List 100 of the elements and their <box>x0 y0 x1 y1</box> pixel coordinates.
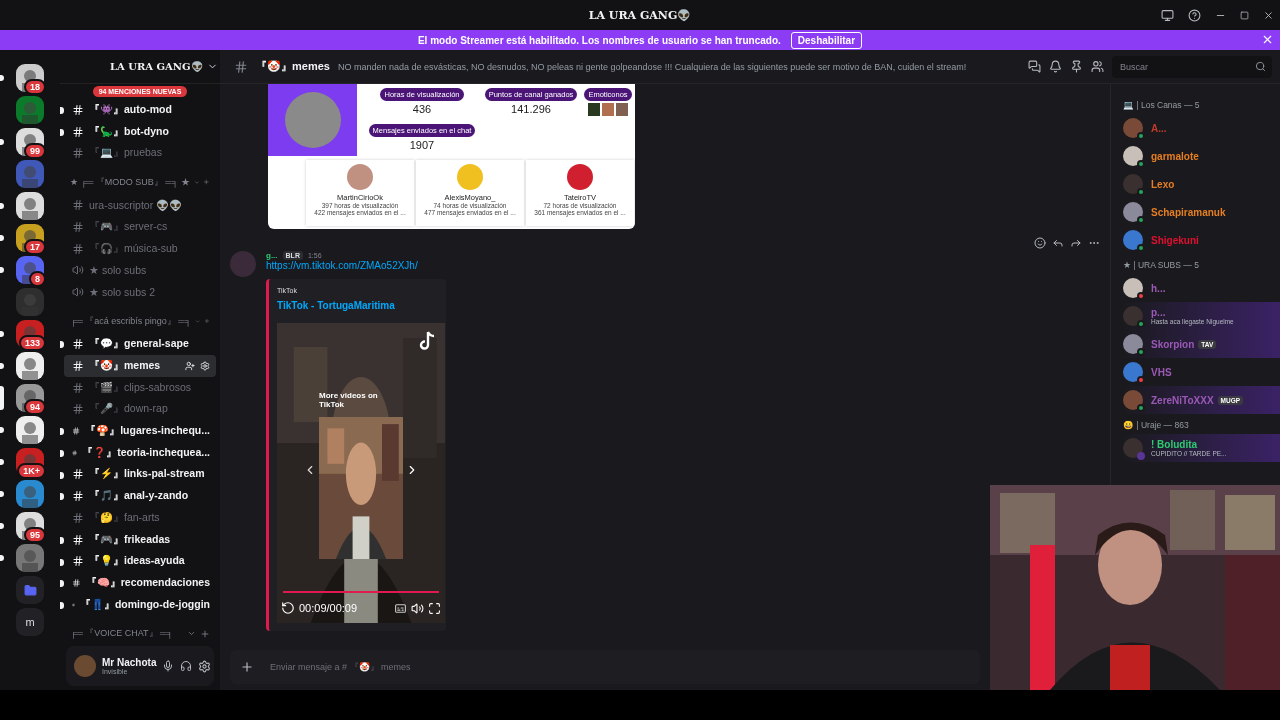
invite-icon[interactable] <box>185 360 195 371</box>
channel-item[interactable]: 『🤔』fan-arts <box>64 507 216 529</box>
channel-item[interactable]: 『🍄』lugares-inchequ... <box>64 420 216 442</box>
member-avatar[interactable] <box>1123 118 1143 138</box>
member-name[interactable]: VHS <box>1151 366 1172 378</box>
image-attachment[interactable] <box>268 84 635 229</box>
channel-item[interactable]: 『🎮』frikeadas <box>64 528 216 551</box>
hash-icon <box>72 511 84 524</box>
stat-value: 436 <box>412 103 432 115</box>
pin-button[interactable] <box>1070 60 1083 73</box>
channel-item[interactable]: 『🎵』anal-y-zando <box>64 485 216 508</box>
folder-icon <box>23 583 37 597</box>
mention-badge: 133 <box>18 335 46 351</box>
channel-item[interactable]: 『🦕』bot-dyno <box>64 120 216 143</box>
member-name[interactable]: ZereNiToXXX <box>1151 394 1214 406</box>
hash-icon <box>72 338 84 351</box>
avatar <box>567 164 593 190</box>
author-name[interactable]: g... <box>266 251 278 260</box>
member-avatar[interactable] <box>1123 334 1143 354</box>
member-avatar[interactable] <box>1123 390 1143 410</box>
emote-icon <box>588 103 600 116</box>
hash-icon <box>72 147 84 160</box>
member-name[interactable]: garmalote <box>1151 150 1199 162</box>
member-avatar[interactable] <box>1123 146 1143 166</box>
mention-badge: 94 <box>24 399 46 415</box>
message-field[interactable]: Enviar mensaje a # 『🤡』 memes <box>268 661 970 673</box>
member-avatar[interactable] <box>1123 230 1143 250</box>
forward-icon[interactable] <box>1070 237 1082 249</box>
channel-item[interactable]: 『🧠』recomendaciones <box>64 572 216 594</box>
stat-value: 1907 <box>409 139 435 151</box>
channel-item[interactable]: 『💬』general-sape <box>64 333 216 355</box>
channel-item[interactable]: 『❓』teoria-inchequea... <box>64 441 216 464</box>
members-button[interactable] <box>1091 60 1104 73</box>
channel-item[interactable]: ★ solo subs <box>64 259 216 282</box>
channel-item[interactable]: 『🎤』down-rap <box>64 398 216 421</box>
smile-icon[interactable] <box>1034 237 1046 249</box>
avatar <box>347 164 373 190</box>
hash-icon <box>72 468 84 481</box>
avatar <box>457 164 483 190</box>
member-name[interactable]: Skorpion <box>1151 338 1195 350</box>
channel-item[interactable]: ura-suscriptor 👽👽 <box>64 194 216 217</box>
disable-button[interactable]: Deshabilitar <box>790 31 863 49</box>
bell-button[interactable] <box>1049 60 1062 73</box>
member-avatar[interactable] <box>1123 306 1143 326</box>
reply-icon[interactable] <box>1052 237 1064 249</box>
category-label[interactable]: ╒═ 『VOICE CHAT』 ═╕ <box>70 627 183 641</box>
channel-item[interactable]: ★ solo subs 2 <box>64 281 216 304</box>
channel-item[interactable]: 『🎮』server-cs <box>64 216 216 238</box>
folder-button[interactable] <box>16 576 44 604</box>
mention-badge: 1K+ <box>17 463 46 479</box>
channel-item[interactable]: 『💻』pruebas <box>64 142 216 165</box>
member-name[interactable]: Shigekuni <box>1151 234 1199 246</box>
category-label[interactable]: ╒═ 『acá escribís pingo』 ═╕ <box>70 314 192 328</box>
channel-topic[interactable]: NO manden nada de esvásticas, NO desnudos, NO peleas ni gente golpeandose !!! Cualquiera de las siguientes puede ser motivo de BAN, cuiden el stream! <box>337 61 1020 72</box>
search-box[interactable]: Buscar <box>1112 55 1272 78</box>
mention-badge: 17 <box>24 239 46 255</box>
server-button[interactable]: m <box>16 608 44 636</box>
member-avatar[interactable] <box>1123 278 1143 298</box>
headphones-button[interactable] <box>180 660 193 672</box>
member-name[interactable]: Lexo <box>1151 178 1175 190</box>
threads-button[interactable] <box>1028 60 1041 73</box>
message-composer[interactable]: Enviar mensaje a # 『🤡』 memes <box>230 650 980 684</box>
member-name[interactable]: A... <box>1151 122 1167 134</box>
server-icon[interactable] <box>16 192 44 220</box>
member-avatar[interactable] <box>1123 362 1143 382</box>
settings-icon[interactable] <box>200 360 210 371</box>
server-icon[interactable] <box>16 352 44 380</box>
category-label[interactable]: ★ ╒═ 『MODO SUB』 ═╕ ★ <box>70 175 190 189</box>
member-avatar[interactable] <box>1123 202 1143 222</box>
speaker-icon <box>72 286 84 299</box>
add-icon[interactable] <box>240 660 254 674</box>
channel-item[interactable]: 『👾』auto-mod <box>64 99 216 121</box>
channel-item[interactable]: 『⚡』links-pal-stream <box>64 463 216 486</box>
help-icon[interactable] <box>1188 8 1201 22</box>
search-field[interactable]: Buscar <box>1118 60 1255 73</box>
member-name[interactable]: ! Boludita <box>1151 439 1198 450</box>
message-link[interactable]: https://vm.tiktok.com/ZMAo52XJh/ <box>266 260 446 271</box>
settings-button[interactable] <box>198 659 212 673</box>
mic-button[interactable] <box>162 660 175 672</box>
hash-icon <box>72 359 84 372</box>
maximize-icon[interactable] <box>1240 10 1249 20</box>
channel-item[interactable]: 『🎬』clips-sabrosos <box>64 376 216 399</box>
hash-icon <box>72 577 81 590</box>
member-name[interactable]: p... <box>1151 307 1166 318</box>
channel-item[interactable]: 『👖』domingo-de-joggin <box>64 594 216 616</box>
member-name[interactable]: h... <box>1151 282 1166 294</box>
screen-icon[interactable] <box>1161 8 1174 22</box>
channel-item[interactable]: 『💡』ideas-ayuda <box>64 550 216 573</box>
add-icon[interactable] <box>200 628 210 639</box>
server-icon[interactable] <box>16 416 44 444</box>
embed-title[interactable]: TikTok - TortugaMaritima <box>277 300 438 311</box>
close-button[interactable] <box>1261 33 1274 46</box>
close-icon[interactable] <box>1263 9 1274 21</box>
speaker-icon <box>72 264 84 277</box>
channel-item[interactable]: 『🎧』música-sub <box>64 237 216 260</box>
hash-icon <box>72 199 84 212</box>
channel-item[interactable]: 『🤡』memes <box>64 354 216 377</box>
member-name[interactable]: Schapiramanuk <box>1151 206 1226 218</box>
server-name[interactable]: LA URA GANG👽 <box>110 61 203 72</box>
member-avatar[interactable] <box>1123 174 1143 194</box>
